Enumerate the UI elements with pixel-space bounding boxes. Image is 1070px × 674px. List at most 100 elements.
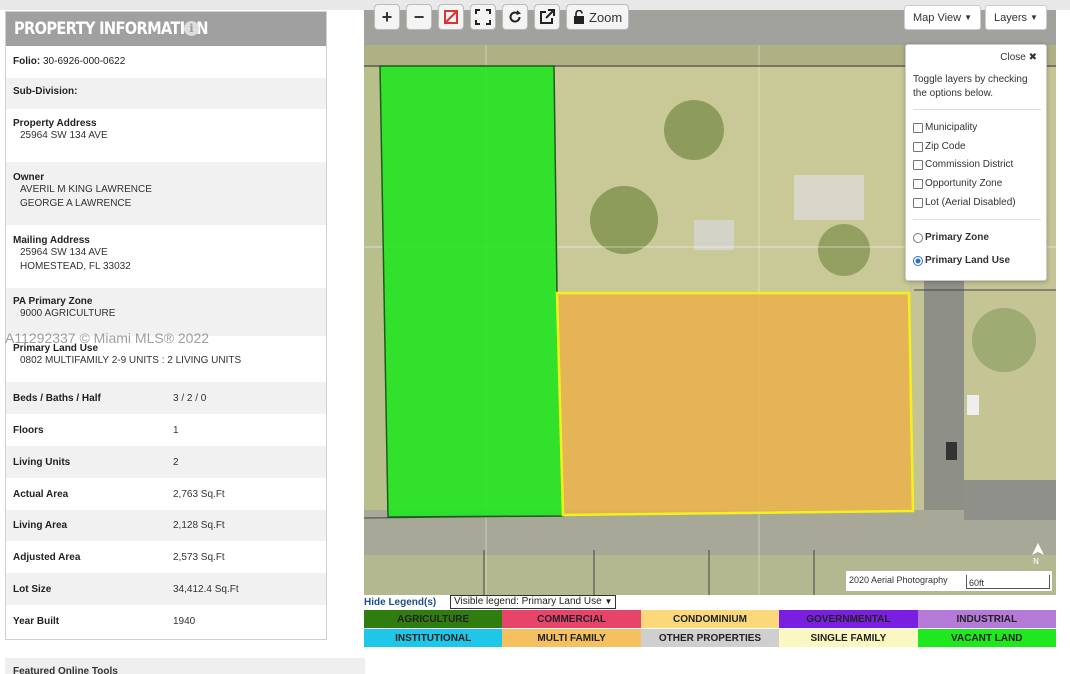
owner-row: Owner AVERIL M KING LAWRENCE GEORGE A LA…: [6, 162, 326, 225]
info-icon[interactable]: i: [184, 21, 199, 36]
detail-label: Floors: [13, 424, 44, 436]
reset-button[interactable]: [502, 4, 528, 30]
legend-item-condominium: CONDOMINIUM: [640, 610, 780, 628]
legend-item-multi-family: MULTI FAMILY: [502, 629, 641, 647]
divider: [913, 109, 1041, 110]
chevron-down-icon: ▼: [604, 597, 613, 606]
detail-value: 34,412.4 Sq.Ft: [173, 583, 239, 595]
legend-item-governmental: GOVERNMENTAL: [779, 610, 918, 628]
featured-tools-label: Featured Online Tools: [13, 666, 118, 674]
detail-label: Living Area: [13, 520, 68, 531]
layer-option-municipality[interactable]: Municipality: [913, 122, 977, 133]
detail-label: Actual Area: [13, 488, 69, 500]
layer-radio-primary-land-use[interactable]: Primary Land Use: [913, 255, 1010, 266]
checkbox[interactable]: [913, 178, 923, 189]
legend-item-institutional: INSTITUTIONAL: [364, 629, 503, 647]
detail-value: 1: [173, 424, 179, 436]
layer-option-label: Municipality: [925, 122, 978, 133]
legend-select[interactable]: Visible legend: Primary Land Use ▼: [450, 595, 617, 609]
layer-radio-primary-zone[interactable]: Primary Zone: [913, 232, 989, 243]
detail-row: Adjusted Area 2,573 Sq.Ft: [6, 541, 326, 573]
layer-option-commission-district[interactable]: Commission District: [913, 159, 1013, 170]
detail-value: 3 / 2 / 0: [173, 392, 207, 404]
legend-item-vacant-land: VACANT LAND: [917, 629, 1056, 647]
reset-icon: [509, 10, 521, 23]
open-external-button[interactable]: [534, 4, 560, 30]
detail-value: 2,763 Sq.Ft: [173, 488, 225, 500]
zoom-out-button[interactable]: −: [406, 4, 432, 30]
mailing-line-2: HOMESTEAD, FL 33032: [20, 261, 131, 272]
fullscreen-button[interactable]: [470, 4, 496, 30]
checkbox[interactable]: [913, 197, 923, 208]
owner-name-2: GEORGE A LAWRENCE: [20, 198, 132, 209]
layer-option-label: Zip Code: [925, 141, 966, 152]
legend-item-single-family: SINGLE FAMILY: [779, 629, 918, 647]
layer-radio-label: Primary Zone: [925, 232, 989, 243]
legend-item-other-properties: OTHER PROPERTIES: [640, 629, 780, 647]
land-use-value: 0802 MULTIFAMILY 2-9 UNITS : 2 LIVING UN…: [20, 355, 242, 366]
layer-option-lot[interactable]: Lot (Aerial Disabled): [913, 197, 1016, 208]
layer-option-opportunity-zone[interactable]: Opportunity Zone: [913, 178, 1002, 189]
layer-option-label: Opportunity Zone: [925, 178, 1003, 189]
legend-controls: Hide Legend(s) Visible legend: Primary L…: [364, 595, 1056, 610]
layers-label: Layers: [994, 11, 1028, 24]
chevron-down-icon: ▼: [964, 13, 973, 22]
layers-intro: Toggle layers by checking the options be…: [913, 74, 1028, 99]
detail-row: Actual Area 2,763 Sq.Ft: [6, 478, 326, 510]
layers-dropdown[interactable]: Layers ▼: [985, 5, 1047, 30]
folio-row: Folio: 30-6926-000-0622: [6, 46, 326, 78]
folio-value: 30-6926-000-0622: [43, 56, 126, 67]
zone-row: PA Primary Zone 9000 AGRICULTURE: [6, 288, 326, 336]
address-label: Property Address: [13, 118, 97, 129]
radio-button[interactable]: [913, 232, 923, 243]
panel-header: PROPERTY INFORMATION: [6, 12, 326, 46]
chevron-down-icon: ▼: [1030, 13, 1038, 22]
detail-row: Living Units 2: [6, 446, 326, 478]
close-layers-button[interactable]: Close ✖: [1000, 52, 1037, 63]
divider: [913, 219, 1041, 220]
right-margin: [1056, 10, 1070, 674]
zone-value: 9000 AGRICULTURE: [20, 308, 116, 319]
detail-row: Beds / Baths / Half 3 / 2 / 0: [6, 382, 326, 414]
detail-label: Adjusted Area: [13, 551, 81, 563]
fullscreen-icon: [475, 9, 491, 25]
land-use-legend: AGRICULTURE COMMERCIAL CONDOMINIUM GOVERNME…: [364, 610, 1056, 647]
north-arrow-glyph: N: [1032, 543, 1044, 566]
mailing-row: Mailing Address 25964 SW 134 AVE HOMESTE…: [6, 225, 326, 288]
owner-name-1: AVERIL M KING LAWRENCE: [20, 184, 152, 195]
mls-watermark: A11292337 © Miami MLS® 2022: [5, 330, 210, 346]
scale-bar: 60ft: [966, 575, 1050, 589]
detail-label: Lot Size: [13, 583, 52, 595]
zoom-lock-button[interactable]: Zoom: [566, 4, 630, 30]
detail-label: Year Built: [13, 615, 60, 627]
legend-item-industrial: INDUSTRIAL: [917, 610, 1056, 628]
hide-legend-link[interactable]: Hide Legend(s): [364, 597, 436, 608]
panel-title: PROPERTY INFORMATION: [14, 19, 208, 39]
legend-select-value: Visible legend: Primary Land Use: [454, 596, 602, 607]
checkbox[interactable]: [913, 122, 923, 133]
layer-option-zip-code[interactable]: Zip Code: [913, 141, 966, 152]
detail-label: Beds / Baths / Half: [13, 392, 101, 404]
detail-value: 2: [173, 456, 179, 468]
layer-option-label: Commission District: [925, 159, 1014, 170]
zoom-in-button[interactable]: +: [374, 4, 400, 30]
detail-row: Living Area 2,128 Sq.Ft: [6, 510, 326, 541]
subdivision-row: Sub-Division:: [6, 78, 326, 109]
detail-label: Living Units: [13, 456, 71, 468]
draw-polygon-button[interactable]: [438, 4, 464, 30]
zone-label: PA Primary Zone: [13, 296, 93, 307]
open-external-icon: [540, 9, 555, 24]
radio-button-selected[interactable]: [913, 255, 923, 266]
checkbox[interactable]: [913, 159, 923, 170]
mailing-label: Mailing Address: [13, 235, 90, 246]
scale-label: 60ft: [969, 578, 985, 588]
legend-item-agriculture: AGRICULTURE: [364, 610, 503, 628]
folio-label: Folio:: [13, 56, 41, 67]
detail-value: 2,573 Sq.Ft: [173, 551, 225, 563]
detail-row: Year Built 1940: [6, 605, 326, 637]
checkbox[interactable]: [913, 141, 923, 152]
layer-radio-label: Primary Land Use: [925, 255, 1011, 266]
map-view-dropdown[interactable]: Map View ▼: [904, 5, 982, 30]
north-label: N: [1033, 557, 1039, 565]
detail-value: 2,128 Sq.Ft: [173, 520, 225, 531]
